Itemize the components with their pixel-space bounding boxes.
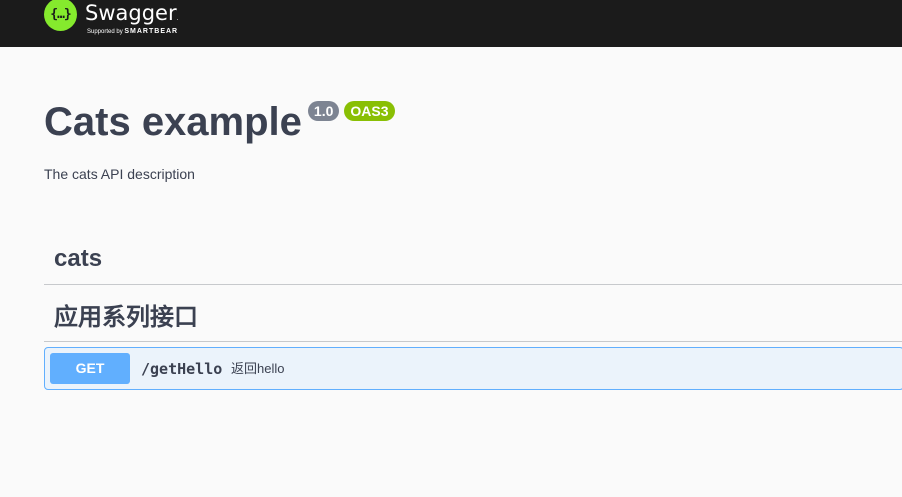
api-info: Cats example 1.0 OAS3 [44, 98, 395, 146]
swagger-logo-link[interactable]: {…} Swagger. Supported by SMARTBEAR [44, 0, 195, 36]
logo-supported-by: Supported by SMARTBEAR [87, 28, 179, 35]
swagger-logo-text: Swagger. Supported by SMARTBEAR [85, 0, 195, 36]
method-badge[interactable]: GET [50, 353, 130, 384]
page-title: Cats example [44, 100, 302, 144]
operation-summary[interactable]: 返回hello [231, 360, 284, 378]
title-row: Cats example 1.0 OAS3 [44, 98, 395, 146]
api-description: The cats API description [44, 166, 195, 182]
tag-title[interactable]: cats [54, 241, 102, 277]
operation-path[interactable]: /getHello [141, 359, 222, 379]
operation-get-hello[interactable]: GET /getHello 返回hello [44, 347, 902, 390]
swagger-logo-icon: {…} [44, 0, 77, 31]
topbar: {…} Swagger. Supported by SMARTBEAR [0, 0, 902, 47]
tag-section-cats[interactable]: cats [44, 241, 902, 285]
tag-section-app[interactable]: 应用系列接口 [44, 300, 902, 342]
version-badge: 1.0 [307, 101, 340, 121]
tag-title[interactable]: 应用系列接口 [54, 300, 198, 336]
oas-badge: OAS3 [344, 101, 395, 121]
logo-tm: . [176, 15, 179, 22]
